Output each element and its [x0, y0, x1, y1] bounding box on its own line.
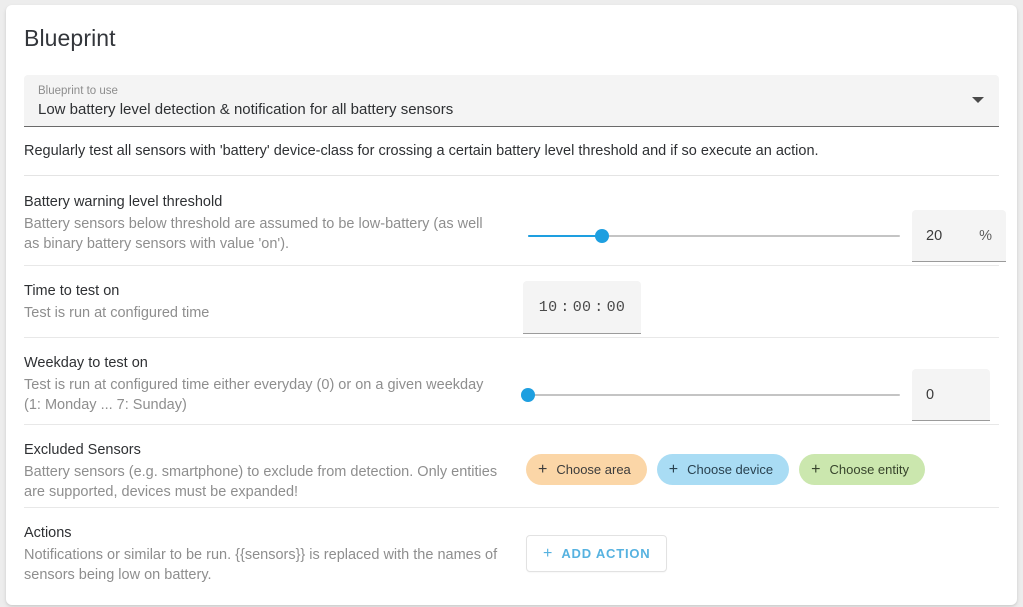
row-excluded-sensors: Excluded Sensors Battery sensors (e.g. s… — [24, 425, 999, 508]
row-weekday-to-test-description: Test is run at configured time either ev… — [24, 377, 484, 413]
row-weekday-to-test: Weekday to test on Test is run at config… — [24, 338, 999, 425]
chevron-down-icon[interactable] — [972, 97, 984, 103]
row-battery-threshold-name: Battery warning level threshold — [24, 194, 223, 210]
choose-area-label: Choose area — [556, 462, 631, 477]
time-picker[interactable]: 10 : 00 : 00 — [523, 281, 641, 334]
page-background: Blueprint Blueprint to use Low battery l… — [0, 0, 1023, 607]
row-time-to-test-name: Time to test on — [24, 283, 120, 299]
time-seconds[interactable]: 00 — [607, 299, 626, 316]
choose-entity-label: Choose entity — [829, 462, 909, 477]
row-actions-name: Actions — [24, 525, 72, 541]
choose-device-label: Choose device — [687, 462, 774, 477]
row-actions-text: Actions Notifications or similar to be r… — [24, 523, 514, 585]
row-time-to-test: Time to test on Test is run at configure… — [24, 266, 999, 338]
plus-icon: + — [668, 460, 679, 478]
choose-device-chip[interactable]: + Choose device — [656, 454, 790, 485]
blueprint-card: Blueprint Blueprint to use Low battery l… — [6, 5, 1017, 605]
row-battery-threshold-text: Battery warning level threshold Battery … — [24, 192, 514, 254]
add-action-button[interactable]: + ADD ACTION — [526, 535, 668, 572]
row-battery-threshold-control: 20 % — [514, 192, 1006, 262]
blueprint-select-label: Blueprint to use — [38, 85, 118, 97]
target-picker-chips: + Choose area + Choose device + Choose e… — [526, 454, 935, 485]
choose-area-chip[interactable]: + Choose area — [526, 454, 647, 485]
choose-entity-chip[interactable]: + Choose entity — [799, 454, 925, 485]
row-excluded-sensors-text: Excluded Sensors Battery sensors (e.g. s… — [24, 440, 514, 502]
row-battery-threshold-description: Battery sensors below threshold are assu… — [24, 216, 483, 252]
add-action-label: ADD ACTION — [561, 546, 651, 561]
row-weekday-to-test-name: Weekday to test on — [24, 355, 148, 371]
plus-icon: + — [543, 544, 553, 562]
page-title: Blueprint — [24, 25, 116, 51]
blueprint-select-value: Low battery level detection & notificati… — [38, 101, 454, 118]
battery-threshold-slider[interactable] — [528, 225, 900, 247]
time-hours[interactable]: 10 — [539, 299, 558, 316]
time-separator-2: : — [594, 298, 604, 316]
row-excluded-sensors-name: Excluded Sensors — [24, 442, 141, 458]
row-time-to-test-control: 10 : 00 : 00 — [514, 281, 999, 334]
row-weekday-to-test-control: 0 — [514, 353, 999, 421]
time-separator-1: : — [560, 298, 570, 316]
row-time-to-test-text: Time to test on Test is run at configure… — [24, 281, 514, 323]
row-actions-control: + ADD ACTION — [514, 523, 999, 572]
card-header: Blueprint — [6, 5, 1017, 53]
blueprint-description: Regularly test all sensors with 'battery… — [24, 127, 999, 176]
plus-icon: + — [811, 460, 821, 478]
battery-threshold-value-field[interactable]: 20 % — [912, 210, 1006, 262]
weekday-slider[interactable] — [521, 384, 900, 406]
slider-thumb[interactable] — [521, 388, 535, 402]
row-actions-description: Notifications or similar to be run. {{se… — [24, 547, 498, 583]
row-excluded-sensors-control: + Choose area + Choose device + Choose e… — [514, 440, 999, 485]
row-actions: Actions Notifications or similar to be r… — [24, 508, 999, 586]
row-time-to-test-description: Test is run at configured time — [24, 305, 210, 321]
row-excluded-sensors-description: Battery sensors (e.g. smartphone) to exc… — [24, 464, 498, 500]
battery-threshold-value: 20 — [926, 227, 943, 244]
blueprint-select[interactable]: Blueprint to use Low battery level detec… — [24, 75, 999, 127]
slider-track — [528, 394, 900, 396]
plus-icon: + — [538, 460, 548, 478]
slider-fill — [528, 235, 603, 237]
row-weekday-to-test-text: Weekday to test on Test is run at config… — [24, 353, 514, 415]
weekday-value: 0 — [926, 386, 935, 403]
slider-thumb[interactable] — [595, 229, 610, 243]
weekday-value-field[interactable]: 0 — [912, 369, 990, 421]
time-minutes[interactable]: 00 — [573, 299, 592, 316]
row-battery-threshold: Battery warning level threshold Battery … — [24, 176, 1006, 266]
blueprint-picker-wrapper: Blueprint to use Low battery level detec… — [24, 75, 999, 127]
battery-threshold-unit: % — [979, 227, 992, 244]
